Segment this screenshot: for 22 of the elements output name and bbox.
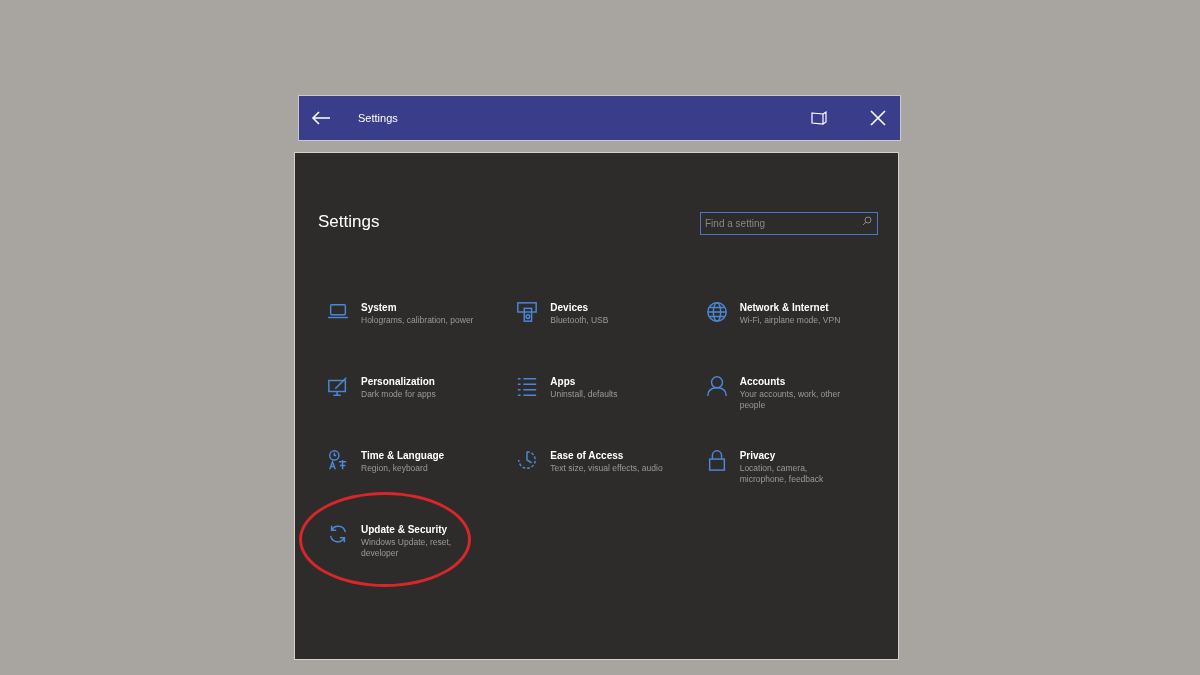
settings-category[interactable]: System Holograms, calibration, power bbox=[361, 300, 477, 326]
dial-icon bbox=[516, 448, 539, 471]
monitor-pen-icon bbox=[327, 374, 349, 397]
settings-category[interactable]: Update & Security Windows Update, reset, developer bbox=[361, 522, 477, 559]
settings-category[interactable]: Accounts Your accounts, work, other people bbox=[739, 374, 856, 411]
search-icon bbox=[862, 216, 872, 227]
clock-language-icon bbox=[327, 448, 349, 471]
settings-category[interactable]: Ease of Access Text size, visual effects, audio bbox=[550, 448, 667, 474]
search-field[interactable]: Find a setting bbox=[700, 212, 878, 236]
page-heading: Settings bbox=[318, 211, 380, 233]
settings-category[interactable]: Apps Uninstall, defaults bbox=[550, 374, 667, 400]
settings-category[interactable]: Personalization Dark mode for apps bbox=[361, 374, 477, 400]
window-mode-button[interactable] bbox=[810, 109, 828, 127]
window-title: Settings bbox=[358, 110, 398, 126]
close-button[interactable] bbox=[870, 110, 886, 126]
settings-category[interactable]: Time & Language Region, keyboard bbox=[361, 448, 477, 474]
settings-category[interactable]: Privacy Location, camera, microphone, feedback bbox=[739, 448, 856, 485]
settings-category[interactable]: Network & Internet Wi-Fi, airplane mode, VPN bbox=[739, 300, 856, 326]
globe-icon bbox=[705, 300, 728, 323]
person-icon bbox=[705, 374, 728, 397]
device-icon bbox=[516, 300, 539, 323]
settings-category[interactable]: Devices Bluetooth, USB bbox=[550, 300, 667, 326]
